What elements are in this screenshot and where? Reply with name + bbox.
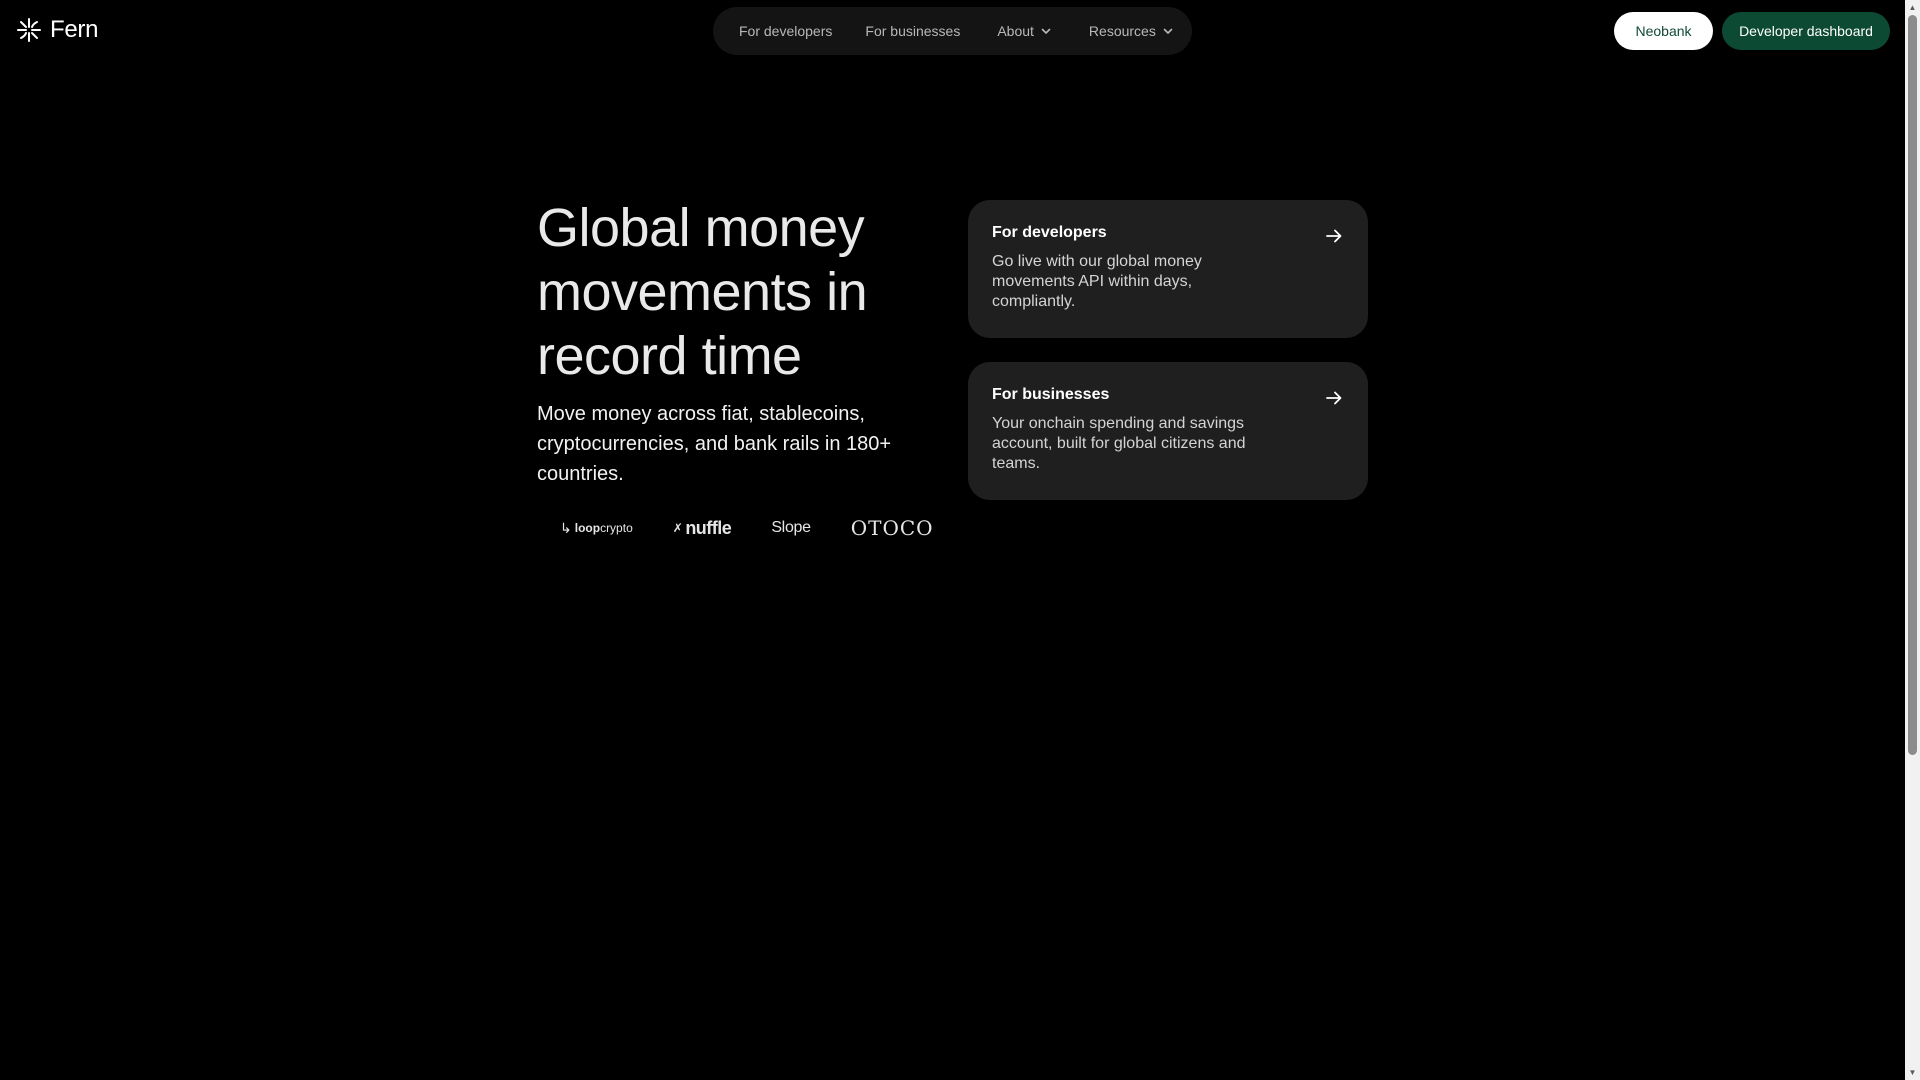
nuffle-logo: ✗ nuffle <box>673 518 732 539</box>
nav-item-about[interactable]: About <box>997 23 1052 39</box>
arrow-right-icon <box>1326 391 1342 405</box>
otoco-logo-text: OTOCO <box>850 516 934 540</box>
nav-item-label: For businesses <box>865 23 961 39</box>
card-title: For businesses <box>992 386 1110 403</box>
slope-logo: Slope <box>771 519 811 537</box>
partner-logos: ↳ loop crypto ✗ nuffle Slope OTOCO <box>560 516 934 540</box>
nav-item-label: Resources <box>1088 23 1156 39</box>
loop-logo-rest: crypto <box>600 521 633 535</box>
card-title: For developers <box>992 224 1107 241</box>
neobank-button[interactable]: Neobank <box>1614 12 1713 50</box>
page-scrollbar[interactable]: ▲ ▼ <box>1905 0 1920 1080</box>
otoco-logo: OTOCO <box>851 516 934 540</box>
chevron-down-icon <box>1041 28 1051 34</box>
nuffle-logo-text: nuffle <box>685 517 732 538</box>
loop-logo-bold: loop <box>574 521 601 535</box>
nav-item-label: About <box>997 23 1034 39</box>
nav-item-resources[interactable]: Resources <box>1089 23 1174 39</box>
card-for-developers[interactable]: For developers Go live with our global m… <box>968 200 1368 338</box>
nav-item-label: For developers <box>739 23 833 39</box>
fern-burst-icon <box>17 18 41 42</box>
card-for-businesses[interactable]: For businesses Your onchain spending and… <box>968 362 1368 500</box>
card-description: Your onchain spending and savings accoun… <box>992 415 1246 472</box>
loopcrypto-logo: ↳ loop crypto <box>560 520 633 537</box>
loop-mark-icon: ↳ <box>560 519 572 536</box>
card-description: Go live with our global money movements … <box>992 253 1202 310</box>
nav-item-for-businesses[interactable]: For businesses <box>865 23 960 39</box>
nav-item-for-developers[interactable]: For developers <box>739 23 832 39</box>
slope-logo-text: Slope <box>771 519 811 536</box>
nuffle-mark-icon: ✗ <box>672 521 683 535</box>
scroll-down-arrow-icon[interactable]: ▼ <box>1905 1065 1920 1080</box>
hero-title: Global money movements in record time <box>537 198 868 386</box>
brand-name: Fern <box>50 16 99 43</box>
main-nav: For developers For businesses About Reso… <box>713 7 1192 55</box>
scroll-up-arrow-icon[interactable]: ▲ <box>1905 0 1920 15</box>
scroll-thumb[interactable] <box>1908 15 1917 755</box>
arrow-right-icon <box>1326 229 1342 243</box>
developer-dashboard-button[interactable]: Developer dashboard <box>1722 12 1890 50</box>
chevron-down-icon <box>1163 28 1173 34</box>
fern-logo[interactable]: Fern <box>16 16 98 44</box>
hero-subtitle: Move money across fiat, stablecoins, cry… <box>537 403 892 485</box>
